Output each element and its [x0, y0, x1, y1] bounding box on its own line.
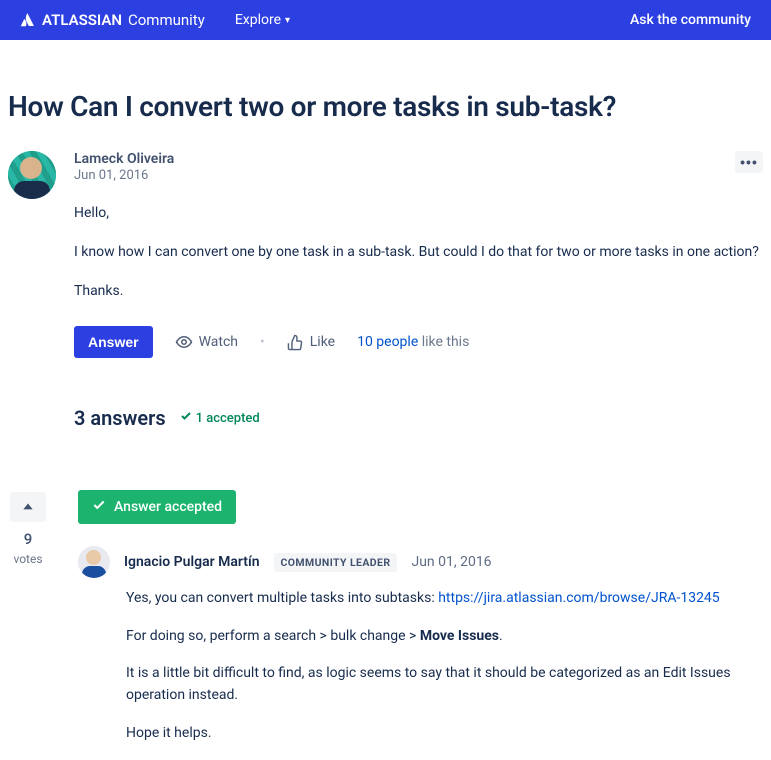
paragraph: Thanks. [74, 281, 763, 302]
check-icon [92, 498, 106, 516]
like-count-link[interactable]: 10 people [357, 334, 418, 350]
answer-date: Jun 01, 2016 [411, 554, 491, 570]
like-button[interactable]: Like [287, 334, 335, 351]
vote-count: 9 [24, 530, 33, 548]
post-actions: Answer Watch • Like 10 people like this [74, 326, 763, 358]
post-menu-button[interactable]: ••• [735, 151, 763, 173]
paragraph: Hello, [74, 203, 763, 224]
answer-body: Answer accepted Ignacio Pulgar Martín CO… [78, 490, 763, 760]
question-post: Lameck Oliveira Jun 01, 2016 ••• Hello, … [8, 151, 763, 430]
answer-button[interactable]: Answer [74, 326, 153, 358]
avatar[interactable] [8, 151, 56, 199]
question-content: Hello, I know how I can convert one by o… [74, 203, 763, 302]
author-name[interactable]: Lameck Oliveira [74, 151, 174, 167]
post-body: Lameck Oliveira Jun 01, 2016 ••• Hello, … [74, 151, 763, 430]
thumb-up-icon [287, 334, 304, 351]
eye-icon [175, 333, 193, 351]
explore-label: Explore [235, 12, 281, 28]
ask-community-link[interactable]: Ask the community [630, 12, 751, 28]
vote-column: 9 votes [8, 490, 48, 760]
question-title: How Can I convert two or more tasks in s… [8, 90, 763, 123]
accepted-tag: 1 accepted [180, 410, 260, 426]
paragraph: Hope it helps. [126, 723, 763, 745]
like-label: Like [310, 334, 335, 350]
paragraph: It is a little bit difficult to find, as… [126, 663, 763, 706]
answer: 9 votes Answer accepted Ignacio Pulgar M… [8, 490, 763, 760]
explore-menu[interactable]: Explore ▾ [235, 12, 290, 28]
top-nav-left: ATLASSIAN Community Explore ▾ [20, 11, 290, 29]
watch-button[interactable]: Watch [175, 333, 238, 351]
atlassian-logo-icon [20, 12, 36, 28]
brand[interactable]: ATLASSIAN Community [20, 11, 205, 29]
main-content: How Can I convert two or more tasks in s… [0, 40, 771, 760]
accepted-badge-label: Answer accepted [114, 499, 222, 515]
watch-label: Watch [199, 334, 238, 350]
brand-name: ATLASSIAN [42, 11, 122, 29]
like-suffix: like this [418, 334, 469, 350]
check-icon [180, 410, 192, 426]
community-leader-badge: COMMUNITY LEADER [274, 553, 398, 572]
paragraph: For doing so, perform a search > bulk ch… [126, 626, 763, 648]
answer-author[interactable]: Ignacio Pulgar Martín [124, 554, 260, 570]
post-date: Jun 01, 2016 [74, 168, 174, 183]
paragraph: Yes, you can convert multiple tasks into… [126, 588, 763, 610]
dots-icon: ••• [740, 154, 758, 170]
answer-accepted-badge: Answer accepted [78, 490, 236, 524]
answers-header: 3 answers 1 accepted [74, 406, 763, 430]
like-summary: 10 people like this [357, 334, 469, 350]
chevron-down-icon: ▾ [285, 15, 290, 26]
brand-suffix: Community [128, 11, 205, 29]
avatar[interactable] [78, 546, 110, 578]
author-block: Lameck Oliveira Jun 01, 2016 [74, 151, 174, 183]
answer-content: Yes, you can convert multiple tasks into… [126, 588, 763, 744]
triangle-up-icon [21, 500, 35, 514]
answers-count: 3 answers [74, 406, 166, 430]
post-header: Lameck Oliveira Jun 01, 2016 ••• [74, 151, 763, 183]
vote-up-button[interactable] [10, 492, 46, 522]
separator: • [260, 334, 265, 350]
jira-link[interactable]: https://jira.atlassian.com/browse/JRA-13… [438, 590, 719, 606]
top-nav: ATLASSIAN Community Explore ▾ Ask the co… [0, 0, 771, 40]
vote-label: votes [13, 552, 42, 566]
paragraph: I know how I can convert one by one task… [74, 242, 763, 263]
answer-header: Ignacio Pulgar Martín COMMUNITY LEADER J… [78, 546, 763, 578]
accepted-label: 1 accepted [196, 411, 260, 426]
